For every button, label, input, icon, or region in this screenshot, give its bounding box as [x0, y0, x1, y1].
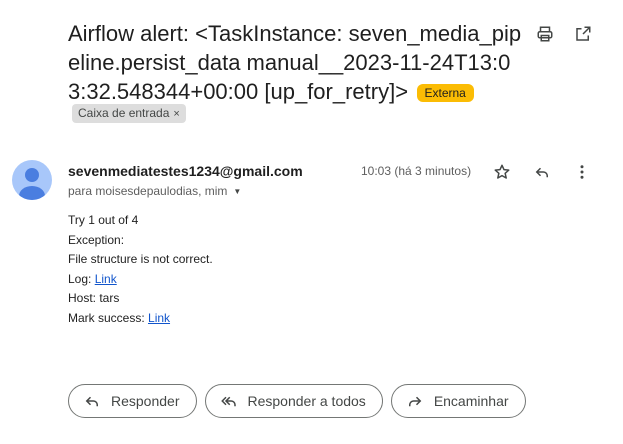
remove-label-icon[interactable]: ×	[173, 108, 179, 120]
label-inbox[interactable]: Caixa de entrada ×	[72, 104, 186, 123]
mark-success-link[interactable]: Link	[148, 311, 170, 325]
open-in-new-window-icon[interactable]	[573, 24, 593, 44]
body-line: File structure is not correct.	[68, 252, 213, 267]
body-line: Try 1 out of 4	[68, 213, 139, 227]
log-line: Log: Link	[68, 270, 213, 290]
reply-all-button-label: Responder a todos	[247, 393, 366, 409]
body-line: Exception:	[68, 232, 125, 247]
sender-email[interactable]: sevenmediatestes1234@gmail.com	[68, 163, 303, 179]
email-body: Try 1 out of 4 Exception: File structure…	[68, 211, 213, 329]
email-timestamp: 10:03 (há 3 minutos)	[361, 164, 472, 178]
mark-success-line: Mark success: Link	[68, 309, 213, 329]
label-external[interactable]: Externa	[416, 83, 474, 102]
subject-actions	[535, 24, 593, 44]
reply-icon[interactable]	[532, 162, 552, 182]
mark-success-label: Mark success:	[68, 310, 149, 325]
print-icon[interactable]	[535, 24, 555, 44]
forward-icon	[406, 392, 424, 410]
reply-button-label: Responder	[111, 393, 180, 409]
reply-all-icon	[220, 392, 238, 410]
message-actions	[492, 162, 592, 182]
reply-icon	[83, 392, 101, 410]
body-line: Host: tars	[68, 291, 120, 306]
reply-button[interactable]: Responder	[68, 384, 197, 418]
recipients-details[interactable]: para moisesdepaulodias, mim ▼	[68, 184, 241, 198]
subject-area: Airflow alert: <TaskInstance: seven_medi…	[68, 19, 523, 125]
forward-button[interactable]: Encaminhar	[390, 384, 526, 418]
caret-down-icon[interactable]: ▼	[233, 187, 241, 196]
email-view: Airflow alert: <TaskInstance: seven_medi…	[0, 0, 623, 444]
log-label: Log:	[68, 271, 95, 286]
sender-avatar[interactable]	[12, 160, 52, 200]
recipients-text: para moisesdepaulodias, mim	[68, 184, 228, 198]
reply-actions: Responder Responder a todos Encaminhar	[68, 384, 526, 418]
star-icon[interactable]	[492, 162, 512, 182]
reply-all-button[interactable]: Responder a todos	[204, 384, 383, 418]
label-inbox-text: Caixa de entrada	[78, 106, 170, 120]
more-vertical-icon[interactable]	[572, 162, 592, 182]
forward-button-label: Encaminhar	[433, 393, 509, 409]
log-link[interactable]: Link	[95, 272, 117, 286]
